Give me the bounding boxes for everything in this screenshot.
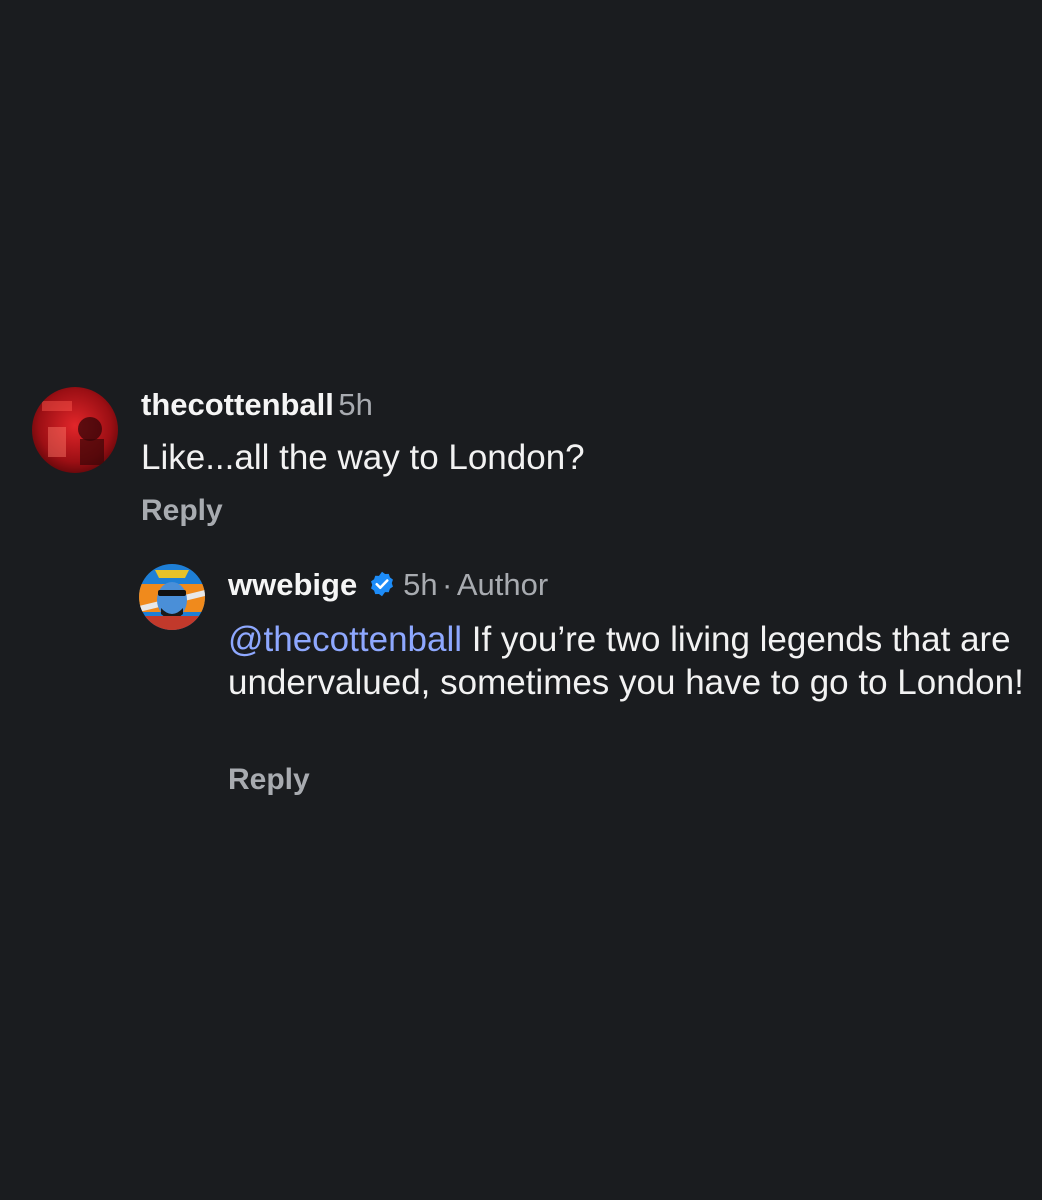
- reply-button[interactable]: Reply: [141, 494, 223, 528]
- timestamp: 5h: [403, 567, 438, 602]
- username[interactable]: wwebige: [228, 567, 357, 602]
- comment-text: Like...all the way to London?: [141, 438, 585, 477]
- author-label: Author: [456, 567, 549, 602]
- reply-button[interactable]: Reply: [228, 763, 310, 797]
- avatar-image: [139, 564, 205, 630]
- comment-meta: thecottenball 5h: [141, 387, 373, 423]
- comment-meta: wwebige 5h · Author: [228, 567, 548, 603]
- comment-text: @thecottenball If you’re two living lege…: [228, 618, 1028, 704]
- verified-badge-icon: [368, 570, 396, 598]
- avatar-image: [32, 387, 118, 473]
- timestamp: 5h: [338, 387, 373, 422]
- mention-link[interactable]: @thecottenball: [228, 620, 462, 659]
- avatar[interactable]: [32, 387, 118, 473]
- username[interactable]: thecottenball: [141, 387, 334, 422]
- separator: ·: [442, 567, 453, 602]
- avatar[interactable]: [139, 564, 205, 630]
